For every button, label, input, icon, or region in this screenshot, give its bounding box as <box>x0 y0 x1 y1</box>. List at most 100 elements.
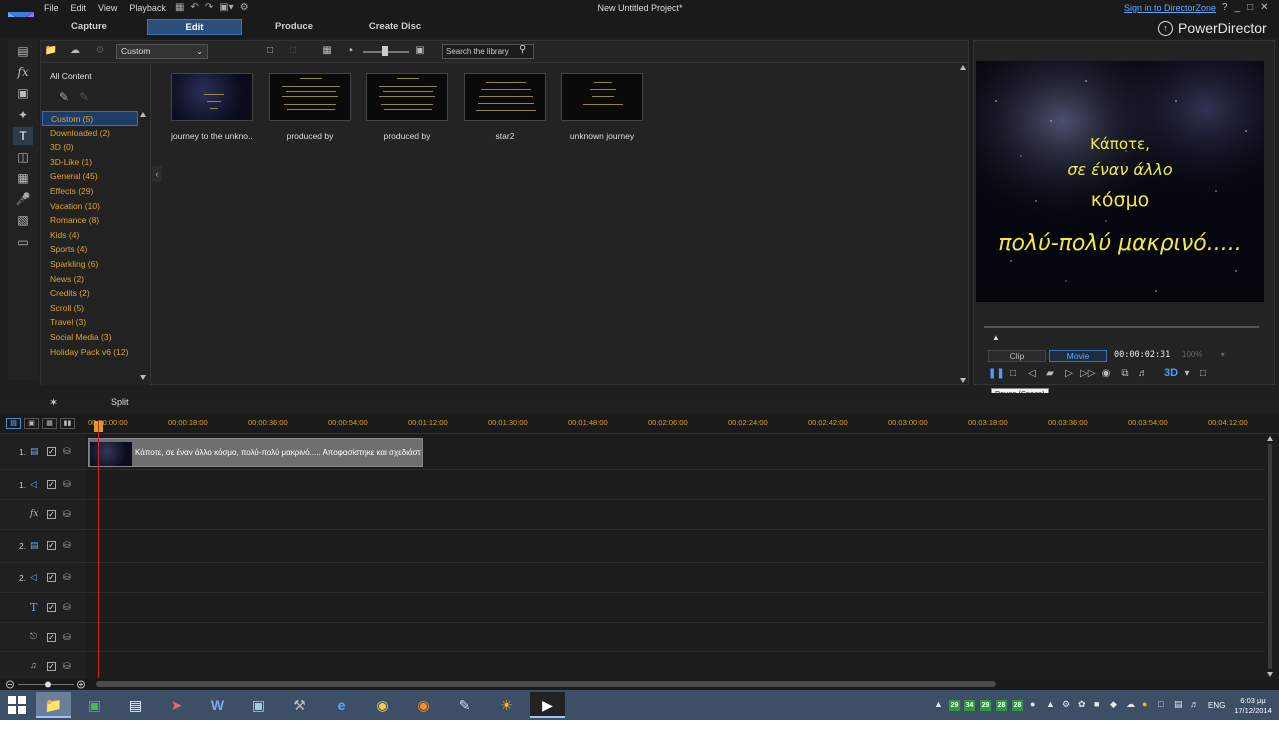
tray-temperature-badge[interactable]: 34 <box>964 700 975 711</box>
tray-app-icon[interactable]: ■ <box>1094 699 1099 709</box>
tab-produce[interactable]: Produce <box>268 19 320 35</box>
undo-icon[interactable]: ↶ <box>190 2 198 13</box>
powerdirector-taskbar-icon[interactable]: ▶ <box>530 692 565 718</box>
directorzone-cloud-icon[interactable]: ☁ <box>68 45 82 57</box>
minimize-button[interactable]: _ <box>1235 2 1241 13</box>
stop-icon[interactable]: □ <box>1006 367 1020 381</box>
category-item[interactable]: Downloaded (2) <box>42 126 138 141</box>
system-clock[interactable]: 6:03 μμ 17/12/2014 <box>1231 696 1275 716</box>
previous-frame-icon[interactable]: ◁ <box>1025 367 1039 381</box>
pause-icon[interactable]: ❚❚ <box>988 367 1005 381</box>
add-to-timeline-icon[interactable]: □ <box>263 45 277 57</box>
track-lock-icon[interactable]: ⛁ <box>63 632 71 643</box>
category-item[interactable]: Sparkling (6) <box>42 257 138 272</box>
track-row[interactable]: ♫ ✓ ⛁ <box>0 652 1265 680</box>
display-options-icon[interactable]: □ <box>1196 367 1210 381</box>
magic-tools-icon[interactable]: ✶ <box>49 396 58 409</box>
tray-app-icon[interactable]: ● <box>1142 699 1147 709</box>
category-item[interactable]: Effects (29) <box>42 184 138 199</box>
remote-desktop-icon[interactable]: ▣ <box>241 692 276 718</box>
track-enable-checkbox[interactable]: ✓ <box>47 510 56 519</box>
category-dropdown[interactable]: Custom ⌄ <box>116 44 208 59</box>
menu-view[interactable]: View <box>98 3 117 13</box>
file-explorer-icon[interactable]: 📁 <box>36 692 71 718</box>
zoom-select[interactable]: 100% ▾ <box>1182 350 1227 359</box>
track-enable-checkbox[interactable]: ✓ <box>47 662 56 671</box>
tray-app-icon[interactable]: ◆ <box>1110 699 1117 710</box>
track-lock-icon[interactable]: ⛁ <box>63 661 71 672</box>
close-button[interactable]: ✕ <box>1260 2 1268 13</box>
track-row[interactable]: 2. ◁ ✓ ⛁ <box>0 563 1265 593</box>
category-item[interactable]: Credits (2) <box>42 286 138 301</box>
track-row[interactable]: T ✓ ⛁ <box>0 593 1265 623</box>
tray-temperature-badge[interactable]: 28 <box>1012 700 1023 711</box>
split-button[interactable]: Split <box>111 397 129 407</box>
tab-create-disc[interactable]: Create Disc <box>364 19 426 35</box>
track-lock-icon[interactable]: ⛁ <box>63 572 71 583</box>
save-icon[interactable]: ▦ <box>175 2 184 13</box>
tray-app-icon[interactable]: ⚙ <box>1062 699 1070 710</box>
category-item[interactable]: Romance (8) <box>42 213 138 228</box>
preview-seekbar[interactable] <box>984 326 1259 328</box>
track-row[interactable]: 2. ▤ ✓ ⛁ <box>0 530 1265 563</box>
track-lock-icon[interactable]: ⛁ <box>63 479 71 490</box>
restore-button[interactable]: □ <box>1247 2 1253 13</box>
subtitle-room-icon[interactable]: ▭ <box>13 233 33 251</box>
seek-knob-icon[interactable]: ▲ <box>992 333 1000 342</box>
chrome-icon[interactable]: ◉ <box>365 692 400 718</box>
track-row[interactable]: 1. ◁ ✓ ⛁ <box>0 470 1265 500</box>
grid-view-icon[interactable]: ▦ <box>320 45 334 57</box>
track-enable-checkbox[interactable]: ✓ <box>47 541 56 550</box>
track-enable-checkbox[interactable]: ✓ <box>47 573 56 582</box>
track-manager-icon[interactable]: ▦ <box>42 418 57 429</box>
tray-app-icon[interactable]: ☁ <box>1126 699 1135 710</box>
tray-app-icon[interactable]: ▲ <box>1046 699 1055 709</box>
fast-forward-icon[interactable]: ▷▷ <box>1080 367 1095 381</box>
undock-preview-icon[interactable]: ⧉ <box>1118 367 1132 381</box>
audio-mixing-icon[interactable]: ▦ <box>13 169 33 187</box>
firefox-icon[interactable]: ◉ <box>406 692 441 718</box>
timeline-view-icon[interactable]: ▤ <box>6 418 21 429</box>
clip-mode-button[interactable]: Clip <box>988 350 1046 362</box>
small-thumb-icon[interactable]: ▪ <box>344 45 358 57</box>
preview-screen[interactable]: Κάποτε, σε έναν άλλο κόσμο πολύ-πολύ μακ… <box>976 61 1264 302</box>
help-button[interactable]: ? <box>1222 2 1228 13</box>
category-item[interactable]: Holiday Pack v6 (12) <box>42 345 138 360</box>
library-item[interactable]: produced by <box>366 73 448 141</box>
track-row[interactable]: 1. ▤ ✓ ⛁ Κάποτε, σε έναν άλλο κόσμο, πολ… <box>0 434 1265 470</box>
plugin-icon[interactable]: ⚙ <box>93 45 107 57</box>
signin-link[interactable]: Sign in to DirectorZone <box>1124 3 1216 13</box>
track-enable-checkbox[interactable]: ✓ <box>47 447 56 456</box>
show-hidden-icons-icon[interactable]: ▲ <box>934 699 943 709</box>
title-room-icon[interactable]: T <box>13 127 33 145</box>
transition-room-icon[interactable]: ◫ <box>13 148 33 166</box>
settings-gear-icon[interactable]: ⚙ <box>240 2 249 13</box>
title-clip[interactable]: Κάποτε, σε έναν άλλο κόσμο, πολύ-πολύ μα… <box>88 438 423 467</box>
voice-over-icon[interactable]: 🎤 <box>13 190 33 208</box>
track-enable-checkbox[interactable]: ✓ <box>47 603 56 612</box>
word-icon[interactable]: W <box>200 692 235 718</box>
fx-room-icon[interactable]: fx <box>13 63 33 81</box>
3d-mode-button[interactable]: 3D <box>1164 367 1178 379</box>
input-language[interactable]: ENG <box>1208 701 1225 710</box>
tools-app-icon[interactable]: ⚒ <box>282 692 317 718</box>
category-item[interactable]: 3D (0) <box>42 140 138 155</box>
windows-start-icon[interactable] <box>7 695 27 715</box>
menu-playback[interactable]: Playback <box>129 3 166 13</box>
track-lock-icon[interactable]: ⛁ <box>63 602 71 613</box>
volume-icon[interactable]: ♬ <box>1136 367 1150 381</box>
search-icon[interactable]: ⚲ <box>519 44 526 55</box>
tray-temperature-badge[interactable]: 29 <box>949 700 960 711</box>
paint-icon[interactable]: ✎ <box>447 692 482 718</box>
tray-temperature-badge[interactable]: 28 <box>996 700 1007 711</box>
library-item[interactable]: unknown journey <box>561 73 643 141</box>
split-clip-icon[interactable]: ▰ <box>1043 367 1057 381</box>
media-room-icon[interactable]: ▤ <box>13 42 33 60</box>
category-item[interactable]: 3D-Like (1) <box>42 155 138 170</box>
terminal-icon[interactable]: ▤ <box>118 692 153 718</box>
network-icon[interactable]: ▤ <box>1174 699 1183 710</box>
library-item[interactable]: produced by <box>269 73 351 141</box>
track-enable-checkbox[interactable]: ✓ <box>47 480 56 489</box>
pip-room-icon[interactable]: ▣ <box>13 84 33 102</box>
tray-temperature-badge[interactable]: 29 <box>980 700 991 711</box>
